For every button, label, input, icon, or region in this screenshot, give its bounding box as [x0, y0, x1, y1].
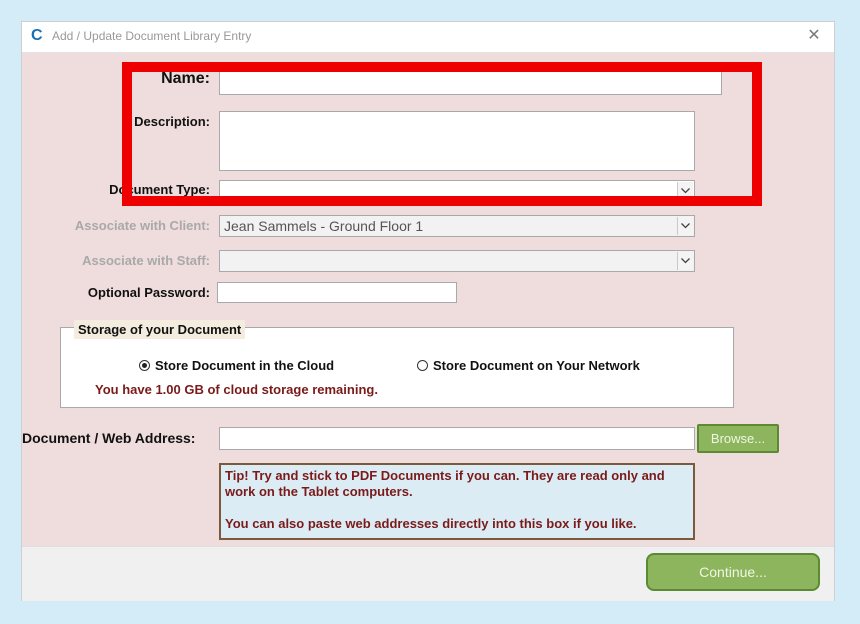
client-label: Associate with Client: [74, 218, 210, 233]
radio-unselected-icon[interactable] [417, 360, 428, 371]
tip-box: Tip! Try and stick to PDF Documents if y… [219, 463, 695, 540]
radio-selected-icon[interactable] [139, 360, 150, 371]
client-value: Jean Sammels - Ground Floor 1 [224, 218, 424, 234]
window-title: Add / Update Document Library Entry [52, 29, 252, 43]
password-input[interactable] [217, 282, 457, 303]
radio-cloud[interactable]: Store Document in the Cloud [139, 358, 334, 373]
highlight-box [122, 62, 762, 206]
radio-cloud-label: Store Document in the Cloud [155, 358, 335, 373]
storage-legend: Storage of your Document [74, 320, 246, 339]
tip-line-2: You can also paste web addresses directl… [225, 516, 637, 531]
title-bar: C Add / Update Document Library Entry ✕ [22, 22, 834, 53]
radio-network-label: Store Document on Your Network [433, 358, 640, 373]
chevron-down-icon [677, 217, 693, 235]
tip-line-1: Tip! Try and stick to PDF Documents if y… [225, 468, 665, 499]
client-select[interactable]: Jean Sammels - Ground Floor 1 [219, 215, 695, 237]
dialog-window: C Add / Update Document Library Entry ✕ … [22, 22, 834, 601]
radio-network[interactable]: Store Document on Your Network [417, 358, 640, 373]
cloud-storage-remaining: You have 1.00 GB of cloud storage remain… [95, 382, 378, 397]
chevron-down-icon [677, 252, 693, 270]
browse-button[interactable]: Browse... [697, 424, 779, 453]
app-logo-icon: C [31, 27, 43, 44]
password-label: Optional Password: [87, 285, 210, 300]
staff-select[interactable] [219, 250, 695, 272]
address-input[interactable] [219, 427, 695, 450]
continue-button[interactable]: Continue... [646, 553, 820, 591]
close-icon[interactable]: ✕ [802, 24, 826, 48]
address-label: Document / Web Address: [22, 430, 196, 446]
staff-label: Associate with Staff: [82, 253, 210, 268]
